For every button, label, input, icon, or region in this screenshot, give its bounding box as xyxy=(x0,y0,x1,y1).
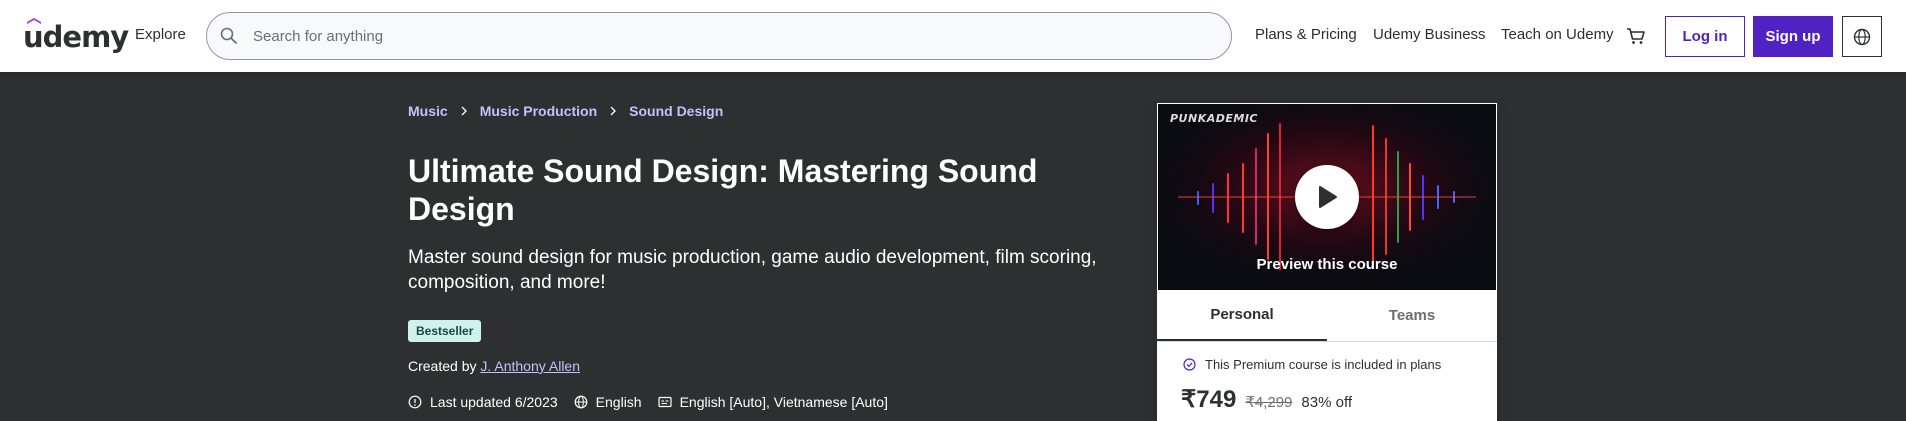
course-hero: Music Music Production Sound Design Ulti… xyxy=(0,72,1906,421)
check-circle-icon xyxy=(1183,358,1196,371)
signup-button[interactable]: Sign up xyxy=(1753,16,1833,57)
login-button[interactable]: Log in xyxy=(1665,16,1745,57)
search-icon[interactable] xyxy=(219,26,239,46)
breadcrumb-item-music-production[interactable]: Music Production xyxy=(480,103,597,119)
preview-label: Preview this course xyxy=(1256,256,1398,273)
globe-icon xyxy=(574,395,588,409)
price-row: ₹749 ₹4,299 83% off xyxy=(1181,385,1352,414)
created-by-label: Created by xyxy=(408,358,477,374)
play-icon xyxy=(1319,186,1337,208)
language-button[interactable] xyxy=(1842,16,1882,57)
alert-badge-icon xyxy=(408,395,422,409)
udemy-logo[interactable]: udemy xyxy=(23,16,129,56)
logo-text: udemy xyxy=(23,20,129,54)
preview-brand-logo: PUNKADEMIC xyxy=(1170,112,1258,125)
bestseller-badge: Bestseller xyxy=(408,320,482,342)
tab-teams[interactable]: Teams xyxy=(1327,290,1497,341)
explore-link[interactable]: Explore xyxy=(135,26,186,43)
captions-text: English [Auto], Vietnamese [Auto] xyxy=(679,394,888,410)
plans-pricing-link[interactable]: Plans & Pricing xyxy=(1255,26,1357,43)
chevron-right-icon xyxy=(610,106,617,116)
breadcrumb-item-music[interactable]: Music xyxy=(408,103,448,119)
search-bar[interactable] xyxy=(206,12,1232,60)
course-preview[interactable]: PUNKADEMIC Preview this course xyxy=(1158,104,1496,290)
captions: English [Auto], Vietnamese [Auto] xyxy=(657,394,888,410)
discount-percent: 83% off xyxy=(1301,394,1353,411)
premium-note-text: This Premium course is included in plans xyxy=(1205,357,1442,372)
current-price: ₹749 xyxy=(1181,386,1237,413)
original-price: ₹4,299 xyxy=(1245,394,1293,411)
course-meta: Last updated 6/2023 English English [Aut… xyxy=(408,394,904,410)
instructor-link[interactable]: J. Anthony Allen xyxy=(480,358,580,374)
teach-on-udemy-link[interactable]: Teach on Udemy xyxy=(1501,26,1614,43)
breadcrumb: Music Music Production Sound Design xyxy=(408,103,723,119)
captions-icon xyxy=(657,396,672,408)
purchase-card: PUNKADEMIC Preview this course Personal … xyxy=(1157,103,1497,421)
course-subtitle: Master sound design for music production… xyxy=(408,247,1097,293)
udemy-business-link[interactable]: Udemy Business xyxy=(1373,26,1486,43)
play-button[interactable] xyxy=(1295,165,1359,229)
created-by: Created by J. Anthony Allen xyxy=(408,358,580,374)
top-header: udemy Explore Plans & Pricing Udemy Busi… xyxy=(0,0,1906,72)
course-title: Ultimate Sound Design: Mastering Sound D… xyxy=(408,153,1038,227)
language-text: English xyxy=(595,394,642,410)
breadcrumb-item-sound-design[interactable]: Sound Design xyxy=(629,103,723,119)
cart-icon[interactable] xyxy=(1625,25,1647,47)
last-updated: Last updated 6/2023 xyxy=(408,394,558,410)
chevron-right-icon xyxy=(461,106,467,116)
tab-personal[interactable]: Personal xyxy=(1157,290,1327,341)
search-input[interactable] xyxy=(253,27,1153,45)
premium-note: This Premium course is included in plans xyxy=(1183,357,1441,372)
globe-icon xyxy=(1853,28,1871,45)
language: English xyxy=(574,394,642,410)
last-updated-text: Last updated 6/2023 xyxy=(430,394,558,410)
plan-tabs: Personal Teams xyxy=(1157,290,1497,342)
